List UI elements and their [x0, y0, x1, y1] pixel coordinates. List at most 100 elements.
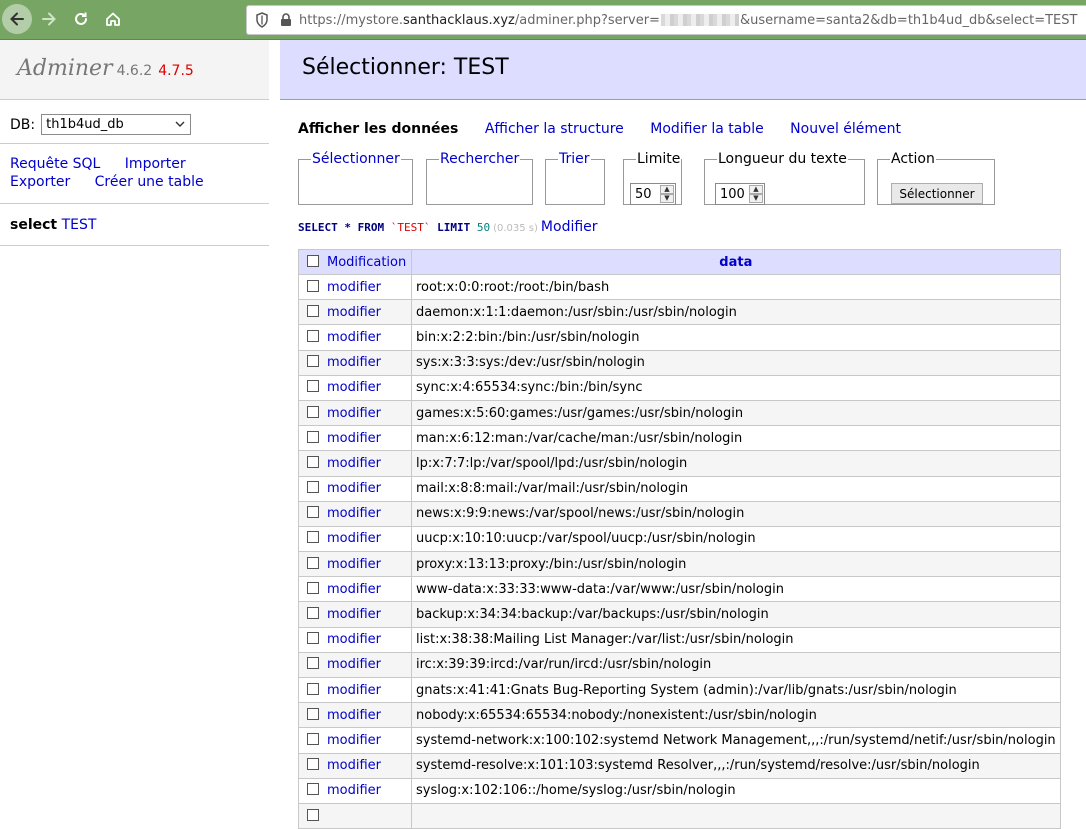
row-data-cell[interactable]: mail:x:8:8:mail:/var/mail:/usr/sbin/nolo…: [411, 475, 1061, 502]
row-data-cell[interactable]: [411, 802, 1061, 829]
row-checkbox[interactable]: [307, 783, 319, 796]
row-edit-link[interactable]: modifier: [327, 582, 381, 597]
row-checkbox[interactable]: [307, 531, 319, 544]
lock-icon[interactable]: [275, 9, 297, 31]
row-checkbox[interactable]: [307, 607, 319, 620]
limit-input[interactable]: 50 ▲ ▼: [630, 183, 676, 205]
tab-show-data[interactable]: Afficher les données: [298, 121, 458, 137]
data-column-header[interactable]: data: [411, 249, 1061, 275]
tab-new-item[interactable]: Nouvel élément: [790, 121, 901, 137]
row-edit-link[interactable]: modifier: [327, 733, 381, 748]
row-edit-link[interactable]: modifier: [327, 330, 381, 345]
row-checkbox[interactable]: [307, 279, 319, 292]
sql-command-link[interactable]: Requête SQL: [10, 156, 100, 172]
row-checkbox[interactable]: [307, 355, 319, 368]
row-data-cell[interactable]: syslog:x:102:106::/home/syslog:/usr/sbin…: [411, 777, 1061, 804]
row-checkbox[interactable]: [307, 758, 319, 771]
limit-stepper[interactable]: ▲ ▼: [660, 185, 674, 203]
row-data-cell[interactable]: games:x:5:60:games:/usr/games:/usr/sbin/…: [411, 399, 1061, 427]
select-all-checkbox[interactable]: [307, 254, 319, 267]
sort-toggle[interactable]: Trier: [559, 151, 590, 167]
row-edit-link[interactable]: modifier: [327, 708, 381, 723]
import-link[interactable]: Importer: [125, 156, 186, 172]
row-edit-link[interactable]: modifier: [327, 431, 381, 446]
row-checkbox[interactable]: [307, 581, 319, 594]
edit-query-link[interactable]: Modifier: [541, 219, 598, 235]
row-data-cell[interactable]: daemon:x:1:1:daemon:/usr/sbin:/usr/sbin/…: [411, 299, 1061, 326]
row-data-cell[interactable]: backup:x:34:34:backup:/var/backups:/usr/…: [411, 601, 1061, 628]
row-edit-link[interactable]: modifier: [327, 783, 381, 798]
row-checkbox[interactable]: [307, 732, 319, 745]
row-edit-link[interactable]: modifier: [327, 657, 381, 672]
row-checkbox[interactable]: [307, 329, 319, 342]
row-data-cell[interactable]: man:x:6:12:man:/var/cache/man:/usr/sbin/…: [411, 425, 1061, 452]
new-version-link[interactable]: 4.7.5: [158, 63, 194, 79]
caret-down-icon[interactable]: ▼: [660, 194, 674, 203]
select-submit-button[interactable]: Sélectionner: [891, 183, 983, 204]
row-checkbox[interactable]: [307, 455, 319, 468]
row-data-cell[interactable]: gnats:x:41:41:Gnats Bug-Reporting System…: [411, 676, 1061, 704]
row-edit-link[interactable]: modifier: [327, 683, 381, 698]
create-table-link[interactable]: Créer une table: [95, 174, 204, 190]
shield-icon[interactable]: [251, 9, 273, 31]
caret-up-icon[interactable]: ▲: [660, 185, 674, 194]
text-length-input[interactable]: 100 ▲ ▼: [715, 183, 765, 205]
select-table-label[interactable]: select: [10, 217, 57, 233]
row-edit-link[interactable]: modifier: [327, 506, 381, 521]
export-link[interactable]: Exporter: [10, 174, 70, 190]
row-data-cell[interactable]: news:x:9:9:news:/var/spool/news:/usr/sbi…: [411, 500, 1061, 527]
row-checkbox[interactable]: [307, 380, 319, 393]
address-bar[interactable]: https://mystore.santhacklaus.xyz/adminer…: [246, 5, 1086, 35]
row-edit-link[interactable]: modifier: [327, 607, 381, 622]
row-data-cell[interactable]: systemd-resolve:x:101:103:systemd Resolv…: [411, 752, 1061, 779]
row-checkbox[interactable]: [307, 808, 319, 821]
row-checkbox[interactable]: [307, 682, 319, 695]
row-checkbox[interactable]: [307, 556, 319, 569]
row-edit-link[interactable]: modifier: [327, 557, 381, 572]
forward-button[interactable]: [34, 4, 64, 34]
reload-button[interactable]: [66, 4, 96, 34]
row-data-cell[interactable]: list:x:38:38:Mailing List Manager:/var/l…: [411, 626, 1061, 653]
home-button[interactable]: [98, 4, 128, 34]
row-edit-link[interactable]: modifier: [327, 758, 381, 773]
caret-down-icon[interactable]: ▼: [749, 194, 763, 203]
search-toggle[interactable]: Rechercher: [440, 151, 519, 167]
row-data-cell[interactable]: sys:x:3:3:sys:/dev:/usr/sbin/nologin: [411, 349, 1061, 376]
row-checkbox[interactable]: [307, 430, 319, 443]
row-edit-link[interactable]: modifier: [327, 280, 381, 295]
row-edit-link[interactable]: modifier: [327, 305, 381, 320]
row-edit-link[interactable]: modifier: [327, 406, 381, 421]
row-edit-link[interactable]: modifier: [327, 481, 381, 496]
row-data-cell[interactable]: sync:x:4:65534:sync:/bin:/bin/sync: [411, 374, 1061, 401]
row-data-cell[interactable]: nobody:x:65534:65534:nobody:/nonexistent…: [411, 702, 1061, 729]
row-checkbox[interactable]: [307, 405, 319, 418]
text-length-stepper[interactable]: ▲ ▼: [749, 185, 763, 203]
tab-show-structure[interactable]: Afficher la structure: [485, 121, 624, 137]
row-data-cell[interactable]: uucp:x:10:10:uucp:/var/spool/uucp:/usr/s…: [411, 525, 1061, 553]
row-edit-link[interactable]: modifier: [327, 632, 381, 647]
brand-link[interactable]: Adminer: [17, 56, 113, 81]
db-select[interactable]: th1b4ud_db: [41, 114, 192, 135]
row-data-cell[interactable]: systemd-network:x:100:102:systemd Networ…: [411, 727, 1061, 754]
row-data-cell[interactable]: lp:x:7:7:lp:/var/spool/lpd:/usr/sbin/nol…: [411, 450, 1061, 477]
row-checkbox[interactable]: [307, 657, 319, 670]
row-edit-link[interactable]: modifier: [327, 531, 381, 546]
select-columns-toggle[interactable]: Sélectionner: [312, 151, 400, 167]
modification-header-label[interactable]: Modification: [327, 255, 406, 270]
table-link-test[interactable]: TEST: [62, 217, 97, 233]
caret-up-icon[interactable]: ▲: [749, 185, 763, 194]
row-edit-link[interactable]: modifier: [327, 380, 381, 395]
row-checkbox[interactable]: [307, 506, 319, 519]
tab-alter-table[interactable]: Modifier la table: [650, 121, 763, 137]
row-checkbox[interactable]: [307, 481, 319, 494]
row-checkbox[interactable]: [307, 304, 319, 317]
back-button[interactable]: [2, 4, 32, 34]
row-checkbox[interactable]: [307, 632, 319, 645]
row-data-cell[interactable]: root:x:0:0:root:/root:/bin/bash: [411, 273, 1061, 301]
row-data-cell[interactable]: proxy:x:13:13:proxy:/bin:/usr/sbin/nolog…: [411, 551, 1061, 578]
row-edit-link[interactable]: modifier: [327, 355, 381, 370]
row-data-cell[interactable]: www-data:x:33:33:www-data:/var/www:/usr/…: [411, 576, 1061, 603]
row-edit-link[interactable]: modifier: [327, 456, 381, 471]
row-data-cell[interactable]: bin:x:2:2:bin:/bin:/usr/sbin/nologin: [411, 324, 1061, 351]
row-checkbox[interactable]: [307, 707, 319, 720]
